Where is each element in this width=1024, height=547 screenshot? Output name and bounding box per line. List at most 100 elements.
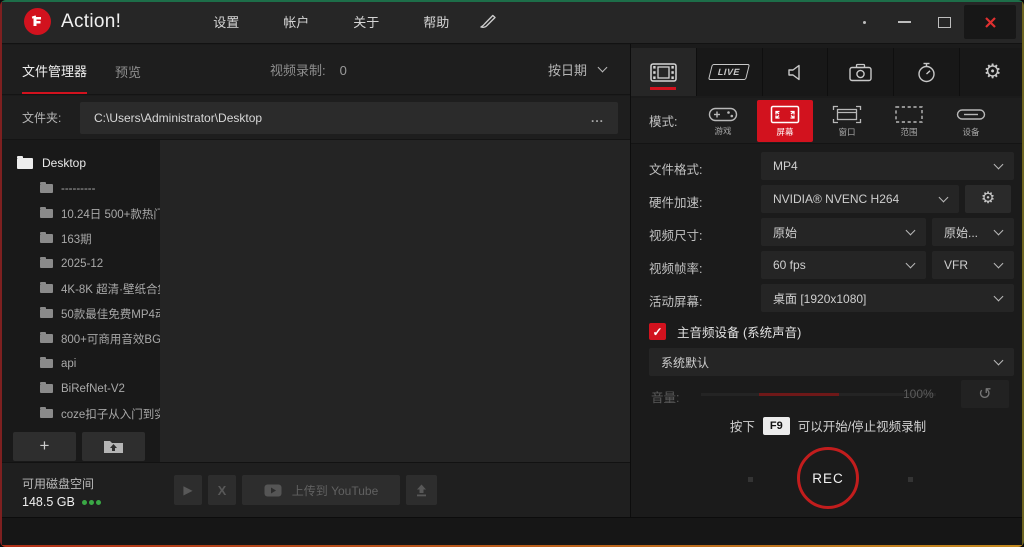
tree-actions: + xyxy=(0,430,160,462)
tree-folder-item[interactable]: 4K-8K 超清·壁纸合集 29G xyxy=(0,276,160,301)
file-format-row: 文件格式: MP4 xyxy=(631,152,1024,180)
pin-dot-button[interactable] xyxy=(844,7,884,37)
folder-icon xyxy=(40,207,53,218)
tab-preview[interactable]: 预览 xyxy=(115,46,141,93)
framerate-select[interactable]: 60 fps xyxy=(761,251,926,279)
file-format-label: 文件格式: xyxy=(649,163,703,177)
folder-upload-icon xyxy=(104,440,123,453)
file-list-area[interactable] xyxy=(160,140,630,462)
disk-space-value: 148.5 GB xyxy=(22,495,75,509)
upload-youtube-button[interactable]: 上传到 YouTube xyxy=(242,475,400,505)
mode-game-label: 游戏 xyxy=(714,125,732,136)
upload-youtube-label: 上传到 YouTube xyxy=(291,483,379,498)
upload-button[interactable] xyxy=(406,475,437,505)
chevron-down-icon xyxy=(905,258,916,268)
menu-item[interactable]: 关于 xyxy=(353,12,379,31)
volume-reset-button[interactable]: ↺ xyxy=(961,380,1009,408)
rec-button[interactable]: REC xyxy=(797,447,859,509)
mode-device-label: 设备 xyxy=(962,126,980,137)
audio-device-select[interactable]: 系统默认 xyxy=(649,348,1014,376)
tree-folder-item[interactable]: 800+可商用音效BGM... xyxy=(0,326,160,351)
tree-folder-item[interactable]: coze扣子从入门到实战 xyxy=(0,401,160,426)
gamepad-icon xyxy=(708,107,738,121)
file-format-select[interactable]: MP4 xyxy=(761,152,1014,180)
tree-root-desktop[interactable]: Desktop xyxy=(0,140,160,176)
mode-region-button[interactable]: 范围 xyxy=(881,100,937,142)
tab-audio-recording[interactable] xyxy=(763,48,829,96)
menu-item[interactable]: 帮助 xyxy=(423,12,449,31)
framerate-value: 60 fps xyxy=(773,258,806,272)
tree-folder-item[interactable]: --------- xyxy=(0,176,160,201)
close-button[interactable] xyxy=(964,5,1016,39)
recording-panel: LIVE ⚙ 模式: 游戏 屏幕 窗口 范围 设备 文件格式: MP4 硬件加速… xyxy=(630,44,1024,547)
mode-region-label: 范围 xyxy=(900,126,918,137)
tree-folder-item[interactable]: 2025-12 xyxy=(0,251,160,276)
tab-file-manager[interactable]: 文件管理器 xyxy=(22,45,88,94)
framerate-row: 视频帧率: 60 fps VFR xyxy=(631,251,1024,279)
draw-pen-icon[interactable] xyxy=(479,14,498,29)
tree-folder-label: api xyxy=(61,357,77,370)
tree-root-label: Desktop xyxy=(42,156,87,170)
live-icon: LIVE xyxy=(708,64,751,80)
folder-icon xyxy=(40,357,53,368)
video-size-extra-value: 原始... xyxy=(944,225,979,240)
hw-accel-settings-button[interactable]: ⚙ xyxy=(965,185,1011,213)
app-title: Action! xyxy=(61,10,122,32)
maximize-button[interactable] xyxy=(924,7,964,37)
tab-live-streaming[interactable]: LIVE xyxy=(697,48,763,96)
folder-path-input[interactable]: C:\Users\Administrator\Desktop ... xyxy=(80,101,618,134)
hotkey-prefix: 按下 xyxy=(729,420,755,434)
reset-icon: ↺ xyxy=(978,386,992,403)
mode-screen-button[interactable]: 屏幕 xyxy=(757,100,813,142)
dot-icon xyxy=(862,20,866,24)
tree-folder-item[interactable]: BiRefNet-V2 xyxy=(0,376,160,401)
film-strip-icon xyxy=(650,62,677,82)
tree-folder-label: coze扣子从入门到实战 xyxy=(61,408,160,421)
add-folder-button[interactable]: + xyxy=(13,431,76,461)
minimize-button[interactable] xyxy=(884,7,924,37)
framerate-mode-select[interactable]: VFR xyxy=(932,251,1014,279)
tree-folder-item[interactable]: 10.24日 500+款热门剪映高 xyxy=(0,201,160,226)
active-screen-select[interactable]: 桌面 [1920x1080] xyxy=(761,284,1014,312)
folder-row: 文件夹: C:\Users\Administrator\Desktop ... xyxy=(0,96,630,140)
menubar: 设置 帐户 关于 帮助 xyxy=(213,12,449,31)
disk-status-dots-icon xyxy=(81,499,101,505)
folder-icon xyxy=(40,182,53,193)
menu-item[interactable]: 设置 xyxy=(213,12,239,31)
hotkey-suffix: 可以开始/停止视频录制 xyxy=(797,420,927,434)
delete-button[interactable]: X xyxy=(208,475,236,505)
folder-icon xyxy=(40,307,53,318)
tree-folder-item[interactable]: 50款最佳免费MP4动态... xyxy=(0,301,160,326)
tab-video-recording[interactable] xyxy=(631,48,697,96)
stopwatch-icon xyxy=(918,62,935,82)
mode-game-button[interactable]: 游戏 xyxy=(695,100,751,142)
hw-accel-row: 硬件加速: NVIDIA® NVENC H264 ⚙ xyxy=(631,185,1024,213)
sort-by-value: 按日期 xyxy=(547,63,587,78)
gear-icon: ⚙ xyxy=(980,190,996,207)
hotkey-key-badge: F9 xyxy=(762,416,790,435)
video-size-extra-select[interactable]: 原始... xyxy=(932,218,1014,246)
tree-folder-item[interactable]: api xyxy=(0,351,160,376)
mode-window-label: 窗口 xyxy=(838,126,856,137)
upload-arrow-icon xyxy=(417,484,426,496)
chevron-down-icon xyxy=(993,355,1004,365)
volume-row: 音量: 100% ↺ xyxy=(631,380,1024,408)
video-size-select[interactable]: 原始 xyxy=(761,218,926,246)
play-button[interactable]: ▶ xyxy=(174,475,202,505)
import-folder-button[interactable] xyxy=(82,431,145,461)
sort-by-dropdown[interactable]: 按日期 xyxy=(547,60,608,79)
tree-folder-label: 800+可商用音效BGM... xyxy=(61,333,160,346)
menu-item[interactable]: 帐户 xyxy=(283,12,309,31)
close-icon xyxy=(984,16,996,28)
browse-button[interactable]: ... xyxy=(591,111,604,125)
mode-device-button[interactable]: 设备 xyxy=(943,100,999,142)
tree-folder-label: 4K-8K 超清·壁纸合集 29G xyxy=(61,283,160,296)
mode-window-button[interactable]: 窗口 xyxy=(819,100,875,142)
tab-settings[interactable]: ⚙ xyxy=(960,48,1024,96)
tab-benchmark[interactable] xyxy=(894,48,961,96)
checkbox-checked[interactable]: ✓ xyxy=(649,323,666,340)
tree-folder-item[interactable]: 163期 xyxy=(0,226,160,251)
folder-icon xyxy=(40,407,53,418)
hw-accel-select[interactable]: NVIDIA® NVENC H264 xyxy=(761,185,959,213)
tab-screenshot[interactable] xyxy=(828,48,895,96)
